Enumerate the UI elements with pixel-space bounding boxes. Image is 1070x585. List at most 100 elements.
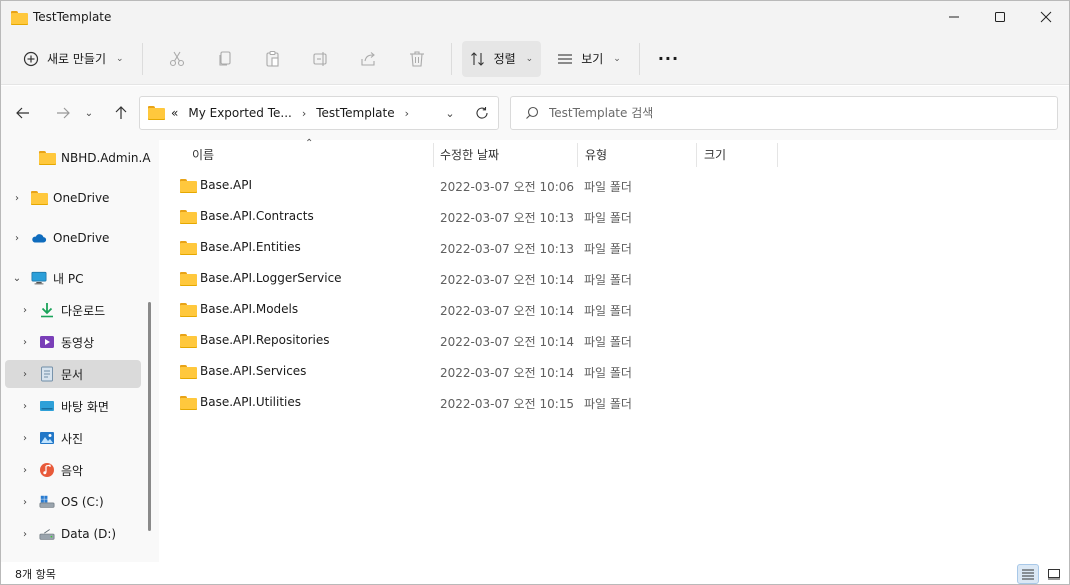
sidebar-item-this-pc[interactable]: ⌄ 내 PC [5, 264, 141, 292]
table-row[interactable]: Base.API.Entities 2022-03-07 오전 10:13 파일… [177, 232, 777, 263]
column-divider[interactable] [433, 143, 434, 167]
new-button[interactable]: 새로 만들기 ⌄ [15, 41, 132, 77]
sidebar-item-onedrive[interactable]: › OneDrive [5, 224, 141, 252]
folder-icon [180, 210, 197, 224]
chevron-right-icon[interactable]: › [19, 497, 31, 508]
title-bar: TestTemplate [1, 1, 1069, 33]
drive-c-icon [39, 495, 55, 508]
chevron-right-icon[interactable]: › [19, 305, 31, 316]
item-count: 8개 항목 [15, 568, 56, 581]
breadcrumb-item[interactable]: My Exported Te... [188, 106, 291, 120]
file-type: 파일 폴더 [584, 242, 632, 256]
arrow-left-icon [16, 107, 29, 119]
column-divider[interactable] [696, 143, 697, 167]
status-bar: 8개 항목 [1, 562, 1069, 584]
close-button[interactable] [1023, 1, 1069, 33]
search-box[interactable] [510, 96, 1058, 130]
column-header-modified[interactable]: 수정한 날짜 [440, 146, 499, 163]
separator [638, 42, 640, 75]
paste-button[interactable] [249, 41, 297, 77]
breadcrumb-item[interactable]: TestTemplate [316, 106, 394, 120]
table-row[interactable]: Base.API 2022-03-07 오전 10:06 파일 폴더 [177, 170, 777, 201]
chevron-right-icon[interactable]: › [19, 465, 31, 476]
navigation-pane: NBHD.Admin.A › OneDrive › OneDrive ⌄ 내 P… [1, 140, 159, 562]
sidebar-item-nbhd-admin[interactable]: NBHD.Admin.A [5, 144, 151, 172]
more-options-button[interactable]: ··· [650, 41, 687, 77]
sidebar-item-drive-c[interactable]: › OS (C:) [5, 488, 141, 516]
close-icon [1040, 11, 1052, 23]
file-type: 파일 폴더 [584, 273, 632, 287]
breadcrumb-overflow[interactable]: « [171, 106, 178, 120]
sidebar-item-music[interactable]: › 음악 [5, 456, 141, 484]
folder-icon [180, 303, 197, 317]
chevron-right-icon[interactable]: › [19, 369, 31, 380]
search-input[interactable] [549, 106, 1029, 120]
delete-button[interactable] [393, 41, 441, 77]
search-icon [526, 106, 539, 119]
sidebar-item-documents[interactable]: › 문서 [5, 360, 141, 388]
minimize-button[interactable] [931, 1, 977, 33]
up-button[interactable] [105, 97, 137, 129]
window-title: TestTemplate [33, 10, 112, 24]
chevron-right-icon[interactable]: › [19, 337, 31, 348]
sidebar-scrollbar[interactable] [148, 302, 151, 531]
file-name: Base.API.Repositories [200, 333, 330, 347]
chevron-right-icon[interactable]: › [19, 401, 31, 412]
column-divider[interactable] [777, 143, 778, 167]
cut-button[interactable] [153, 41, 201, 77]
separator [450, 42, 452, 75]
chevron-right-icon[interactable]: › [19, 529, 31, 540]
column-header-type[interactable]: 유형 [585, 146, 607, 163]
details-view-button[interactable] [1017, 564, 1039, 584]
column-divider[interactable] [577, 143, 578, 167]
chevron-down-icon[interactable]: ⌄ [11, 273, 23, 284]
sidebar-item-downloads[interactable]: › 다운로드 [5, 296, 141, 324]
sidebar-item-desktop[interactable]: › 바탕 화면 [5, 392, 141, 420]
column-header-name[interactable]: 이름 [192, 146, 214, 163]
forward-button[interactable] [47, 97, 79, 129]
column-header-size[interactable]: 크기 [704, 146, 726, 163]
back-button[interactable] [7, 97, 39, 129]
sidebar-item-pictures[interactable]: › 사진 [5, 424, 141, 452]
file-date: 2022-03-07 오전 10:13 [440, 242, 575, 256]
sidebar-item-label: 음악 [61, 463, 84, 478]
table-row[interactable]: Base.API.Services 2022-03-07 오전 10:14 파일… [177, 356, 777, 387]
sort-button-label: 정렬 [493, 52, 516, 66]
chevron-right-icon[interactable]: › [11, 233, 23, 244]
sidebar-item-drive-d[interactable]: › Data (D:) [5, 520, 141, 548]
breadcrumb-separator-icon: › [301, 106, 307, 120]
address-tools: ⌄ [434, 97, 498, 129]
sort-button[interactable]: 정렬 ⌄ [461, 40, 542, 77]
refresh-button[interactable] [466, 97, 498, 129]
minimize-icon [949, 16, 959, 18]
view-button[interactable]: 보기 ⌄ [549, 41, 629, 77]
chevron-right-icon[interactable]: › [11, 193, 23, 204]
table-row[interactable]: Base.API.Contracts 2022-03-07 오전 10:13 파… [177, 201, 777, 232]
table-row[interactable]: Base.API.LoggerService 2022-03-07 오전 10:… [177, 263, 777, 294]
file-type: 파일 폴더 [584, 180, 632, 194]
file-name: Base.API.LoggerService [200, 271, 342, 285]
share-button[interactable] [345, 41, 393, 77]
tiles-view-button[interactable] [1043, 564, 1065, 584]
chevron-right-icon[interactable]: › [19, 433, 31, 444]
maximize-button[interactable] [977, 1, 1023, 33]
scissors-icon [169, 51, 184, 66]
recent-locations-button[interactable]: ⌄ [79, 97, 99, 129]
table-row[interactable]: Base.API.Models 2022-03-07 오전 10:14 파일 폴… [177, 294, 777, 325]
sidebar-item-videos[interactable]: › 동영상 [5, 328, 141, 356]
folder-icon [180, 272, 197, 286]
address-dropdown-button[interactable]: ⌄ [434, 97, 466, 129]
sidebar-item-label: 내 PC [53, 271, 84, 286]
music-icon [40, 463, 54, 477]
file-explorer-window: TestTemplate 새로 만들기 ⌄ 정렬 ⌄ 보기 ⌄ ··· ⌄ « … [0, 0, 1070, 585]
rename-button[interactable] [297, 41, 345, 77]
address-bar[interactable]: « My Exported Te... › TestTemplate › ⌄ [139, 96, 499, 130]
file-date: 2022-03-07 오전 10:15 [440, 397, 575, 411]
table-row[interactable]: Base.API.Utilities 2022-03-07 오전 10:15 파… [177, 387, 777, 418]
document-icon [41, 366, 53, 382]
table-row[interactable]: Base.API.Repositories 2022-03-07 오전 10:1… [177, 325, 777, 356]
sidebar-item-onedrive-personal[interactable]: › OneDrive [5, 184, 141, 212]
copy-button[interactable] [201, 41, 249, 77]
sidebar-item-label: 동영상 [61, 335, 95, 350]
separator [141, 42, 143, 75]
